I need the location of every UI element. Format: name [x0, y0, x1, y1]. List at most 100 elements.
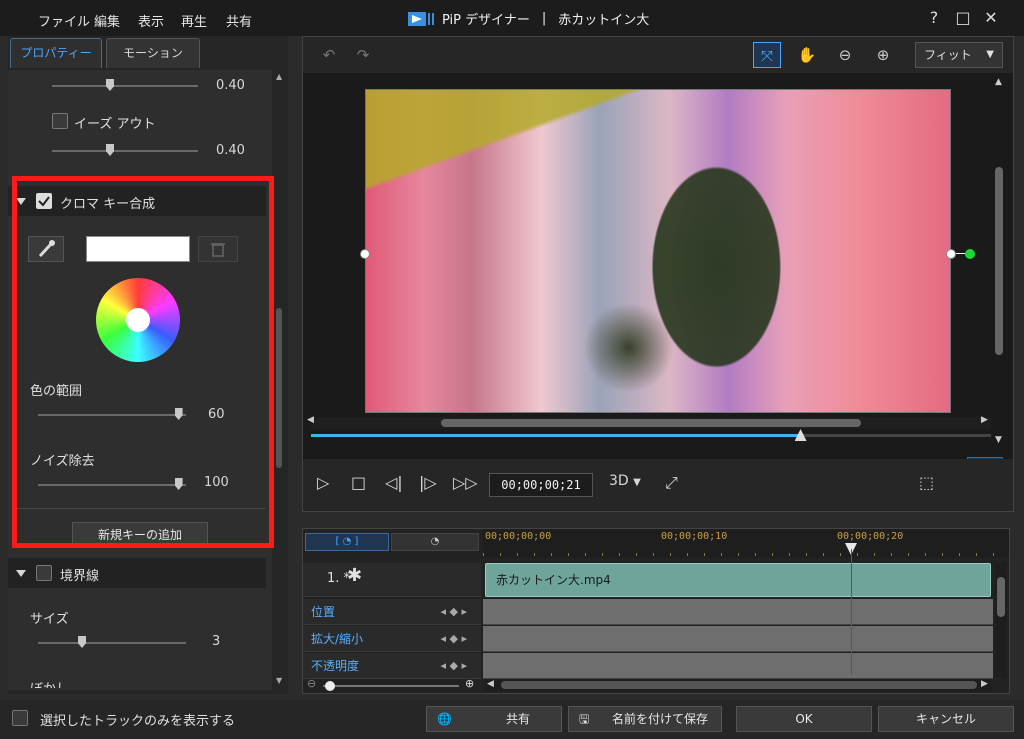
row-opacity: 不透明度 ◂ ◆ ▸ — [303, 653, 481, 679]
select-move-icon[interactable]: ⤧ — [753, 42, 781, 68]
scale-lane[interactable] — [483, 626, 993, 652]
share-button[interactable]: 🌐 共有 — [426, 706, 562, 732]
zoom-in-icon[interactable]: ⊕ — [869, 42, 897, 68]
maximize-icon[interactable]: □ — [952, 8, 974, 28]
close-icon[interactable]: ✕ — [980, 8, 1002, 28]
properties-scrollbar-thumb[interactable] — [276, 308, 282, 468]
border-checkbox[interactable] — [36, 565, 52, 581]
preview-horizontal-scrollbar-thumb[interactable] — [441, 419, 861, 427]
chevron-down-icon: ▼ — [633, 477, 641, 488]
chevron-down-icon: ▼ — [986, 49, 994, 60]
ease-out-slider-thumb[interactable] — [106, 144, 114, 156]
preview-toolbar: ↶ ↷ ⤧ ✋ ⊖ ⊕ フィット ▼ — [303, 37, 1013, 73]
ease-out-slider[interactable] — [52, 150, 198, 152]
seek-bar-progress — [311, 434, 801, 437]
fullscreen-icon[interactable]: ⤢ — [665, 473, 678, 493]
zoom-out-icon[interactable]: ⊖ — [831, 42, 859, 68]
save-as-button[interactable]: 🖫 名前を付けて保存 — [568, 706, 722, 732]
play-icon[interactable]: ▷ — [317, 473, 329, 492]
scroll-up-icon[interactable]: ▲ — [276, 72, 282, 81]
seek-bar[interactable] — [311, 429, 991, 441]
scroll-down-icon[interactable]: ▼ — [995, 435, 1002, 445]
border-label: 境界線 — [60, 569, 100, 584]
menu-view[interactable]: 表示 — [138, 11, 164, 30]
preview-vertical-scrollbar-thumb[interactable] — [995, 167, 1003, 355]
size-label: サイズ — [30, 612, 69, 627]
ease-out-label: イーズ アウト — [74, 117, 156, 132]
cancel-button[interactable]: キャンセル — [878, 706, 1014, 732]
size-slider-thumb[interactable] — [78, 636, 86, 648]
menu-file[interactable]: ファイル — [38, 11, 90, 30]
menu-edit[interactable]: 編集 — [94, 11, 120, 30]
title-separator: | — [541, 11, 547, 26]
show-selected-tracks-checkbox[interactable] — [12, 710, 28, 726]
ease-in-slider[interactable] — [52, 85, 198, 87]
timeline-horizontal-scrollbar-thumb[interactable] — [501, 681, 977, 689]
footer-bar: 選択したトラックのみを表示する 🌐 共有 🖫 名前を付けて保存 OK キャンセル — [0, 700, 1024, 739]
timeline-panel: [ ◔ ] ◔ 00;00;00;00 00;00;00;10 00;00;00… — [302, 528, 1010, 694]
timeline-zoom-control[interactable]: ⊖ ⊕ — [307, 677, 477, 691]
help-icon[interactable]: ? — [923, 8, 945, 28]
timecode-display[interactable]: 00;00;00;21 — [489, 473, 593, 497]
resize-handle-right[interactable] — [946, 249, 956, 259]
clock-icon[interactable]: ◔ — [391, 533, 479, 551]
properties-scrollbar[interactable]: ▲ ▼ — [272, 70, 286, 690]
rotate-handle[interactable] — [965, 249, 975, 259]
timeline-mode-button[interactable]: [ ◔ ] — [305, 533, 389, 551]
safe-zone-icon[interactable]: ⬚ — [919, 473, 934, 492]
preview-vertical-scrollbar[interactable]: ▲ ▼ — [993, 77, 1007, 449]
zoom-fit-select[interactable]: フィット ▼ — [915, 42, 1003, 68]
menu-play[interactable]: 再生 — [181, 11, 207, 30]
timeline-zoom-slider[interactable] — [323, 685, 459, 687]
hand-icon[interactable]: ✋ — [793, 42, 821, 68]
3d-mode-button[interactable]: 3D ▼ — [609, 473, 641, 489]
asterisk-icon: ✱ — [347, 565, 363, 586]
border-header[interactable]: 境界線 — [8, 558, 266, 588]
scroll-down-icon[interactable]: ▼ — [276, 676, 282, 685]
blur-label: ぼかし — [30, 678, 69, 688]
ease-in-slider-thumb[interactable] — [106, 79, 114, 91]
save-as-label: 名前を付けて保存 — [611, 712, 708, 726]
keyframe-nav-icon[interactable]: ◂ ◆ ▸ — [441, 653, 468, 679]
time-ruler[interactable]: 00;00;00;00 00;00;00;10 00;00;00;20 — [483, 529, 1009, 557]
ok-button[interactable]: OK — [736, 706, 872, 732]
playhead-line — [851, 549, 852, 675]
scroll-up-icon[interactable]: ▲ — [995, 77, 1002, 87]
size-slider[interactable] — [38, 642, 186, 644]
playback-controls: ▷ □ ◁| |▷ ▷▷ 00;00;00;21 3D ▼ ⤢ ⬚ — [303, 459, 1013, 511]
timeline-horizontal-scrollbar[interactable]: ◀ ▶ — [485, 679, 991, 691]
previous-frame-icon[interactable]: ◁| — [385, 473, 403, 492]
fast-forward-icon[interactable]: ▷▷ — [453, 473, 478, 492]
stop-icon[interactable]: □ — [351, 473, 366, 492]
scroll-left-icon[interactable]: ◀ — [307, 415, 314, 425]
scroll-right-icon[interactable]: ▶ — [981, 415, 988, 425]
ruler-time: 00;00;00;20 — [837, 531, 904, 542]
timeline-zoom-thumb[interactable] — [325, 681, 335, 691]
row-scale-label: 拡大/縮小 — [311, 632, 364, 646]
timeline-vertical-scrollbar[interactable] — [995, 563, 1007, 677]
collapse-triangle-icon[interactable] — [16, 570, 26, 577]
scroll-left-icon[interactable]: ◀ — [487, 679, 494, 689]
menu-share[interactable]: 共有 — [226, 11, 252, 30]
next-frame-icon[interactable]: |▷ — [419, 473, 437, 492]
zoom-out-icon[interactable]: ⊖ — [307, 677, 316, 690]
ease-out-checkbox[interactable] — [52, 113, 68, 129]
redo-icon[interactable]: ↷ — [349, 42, 377, 68]
preview-horizontal-scrollbar[interactable] — [311, 417, 991, 429]
timeline-vertical-scrollbar-thumb[interactable] — [997, 577, 1005, 617]
tab-properties[interactable]: プロパティー — [10, 38, 102, 68]
video-preview[interactable] — [365, 89, 951, 413]
video-clip[interactable]: 赤カットイン大.mp4 — [485, 563, 991, 597]
scroll-right-icon[interactable]: ▶ — [981, 679, 988, 689]
app-name: PiP デザイナー — [442, 13, 530, 28]
title-bar: ファイル 編集 表示 再生 共有 PiP デザイナー | 赤カットイン大 ? □… — [0, 0, 1024, 36]
position-lane[interactable] — [483, 599, 993, 625]
track-header: 1. * ✱ — [303, 563, 481, 597]
zoom-in-icon[interactable]: ⊕ — [465, 677, 474, 690]
undo-icon[interactable]: ↶ — [315, 42, 343, 68]
opacity-lane[interactable] — [483, 653, 993, 679]
keyframe-nav-icon[interactable]: ◂ ◆ ▸ — [441, 626, 468, 652]
tab-motion[interactable]: モーション — [106, 38, 200, 68]
keyframe-nav-icon[interactable]: ◂ ◆ ▸ — [441, 599, 468, 625]
resize-handle-left[interactable] — [360, 249, 370, 259]
